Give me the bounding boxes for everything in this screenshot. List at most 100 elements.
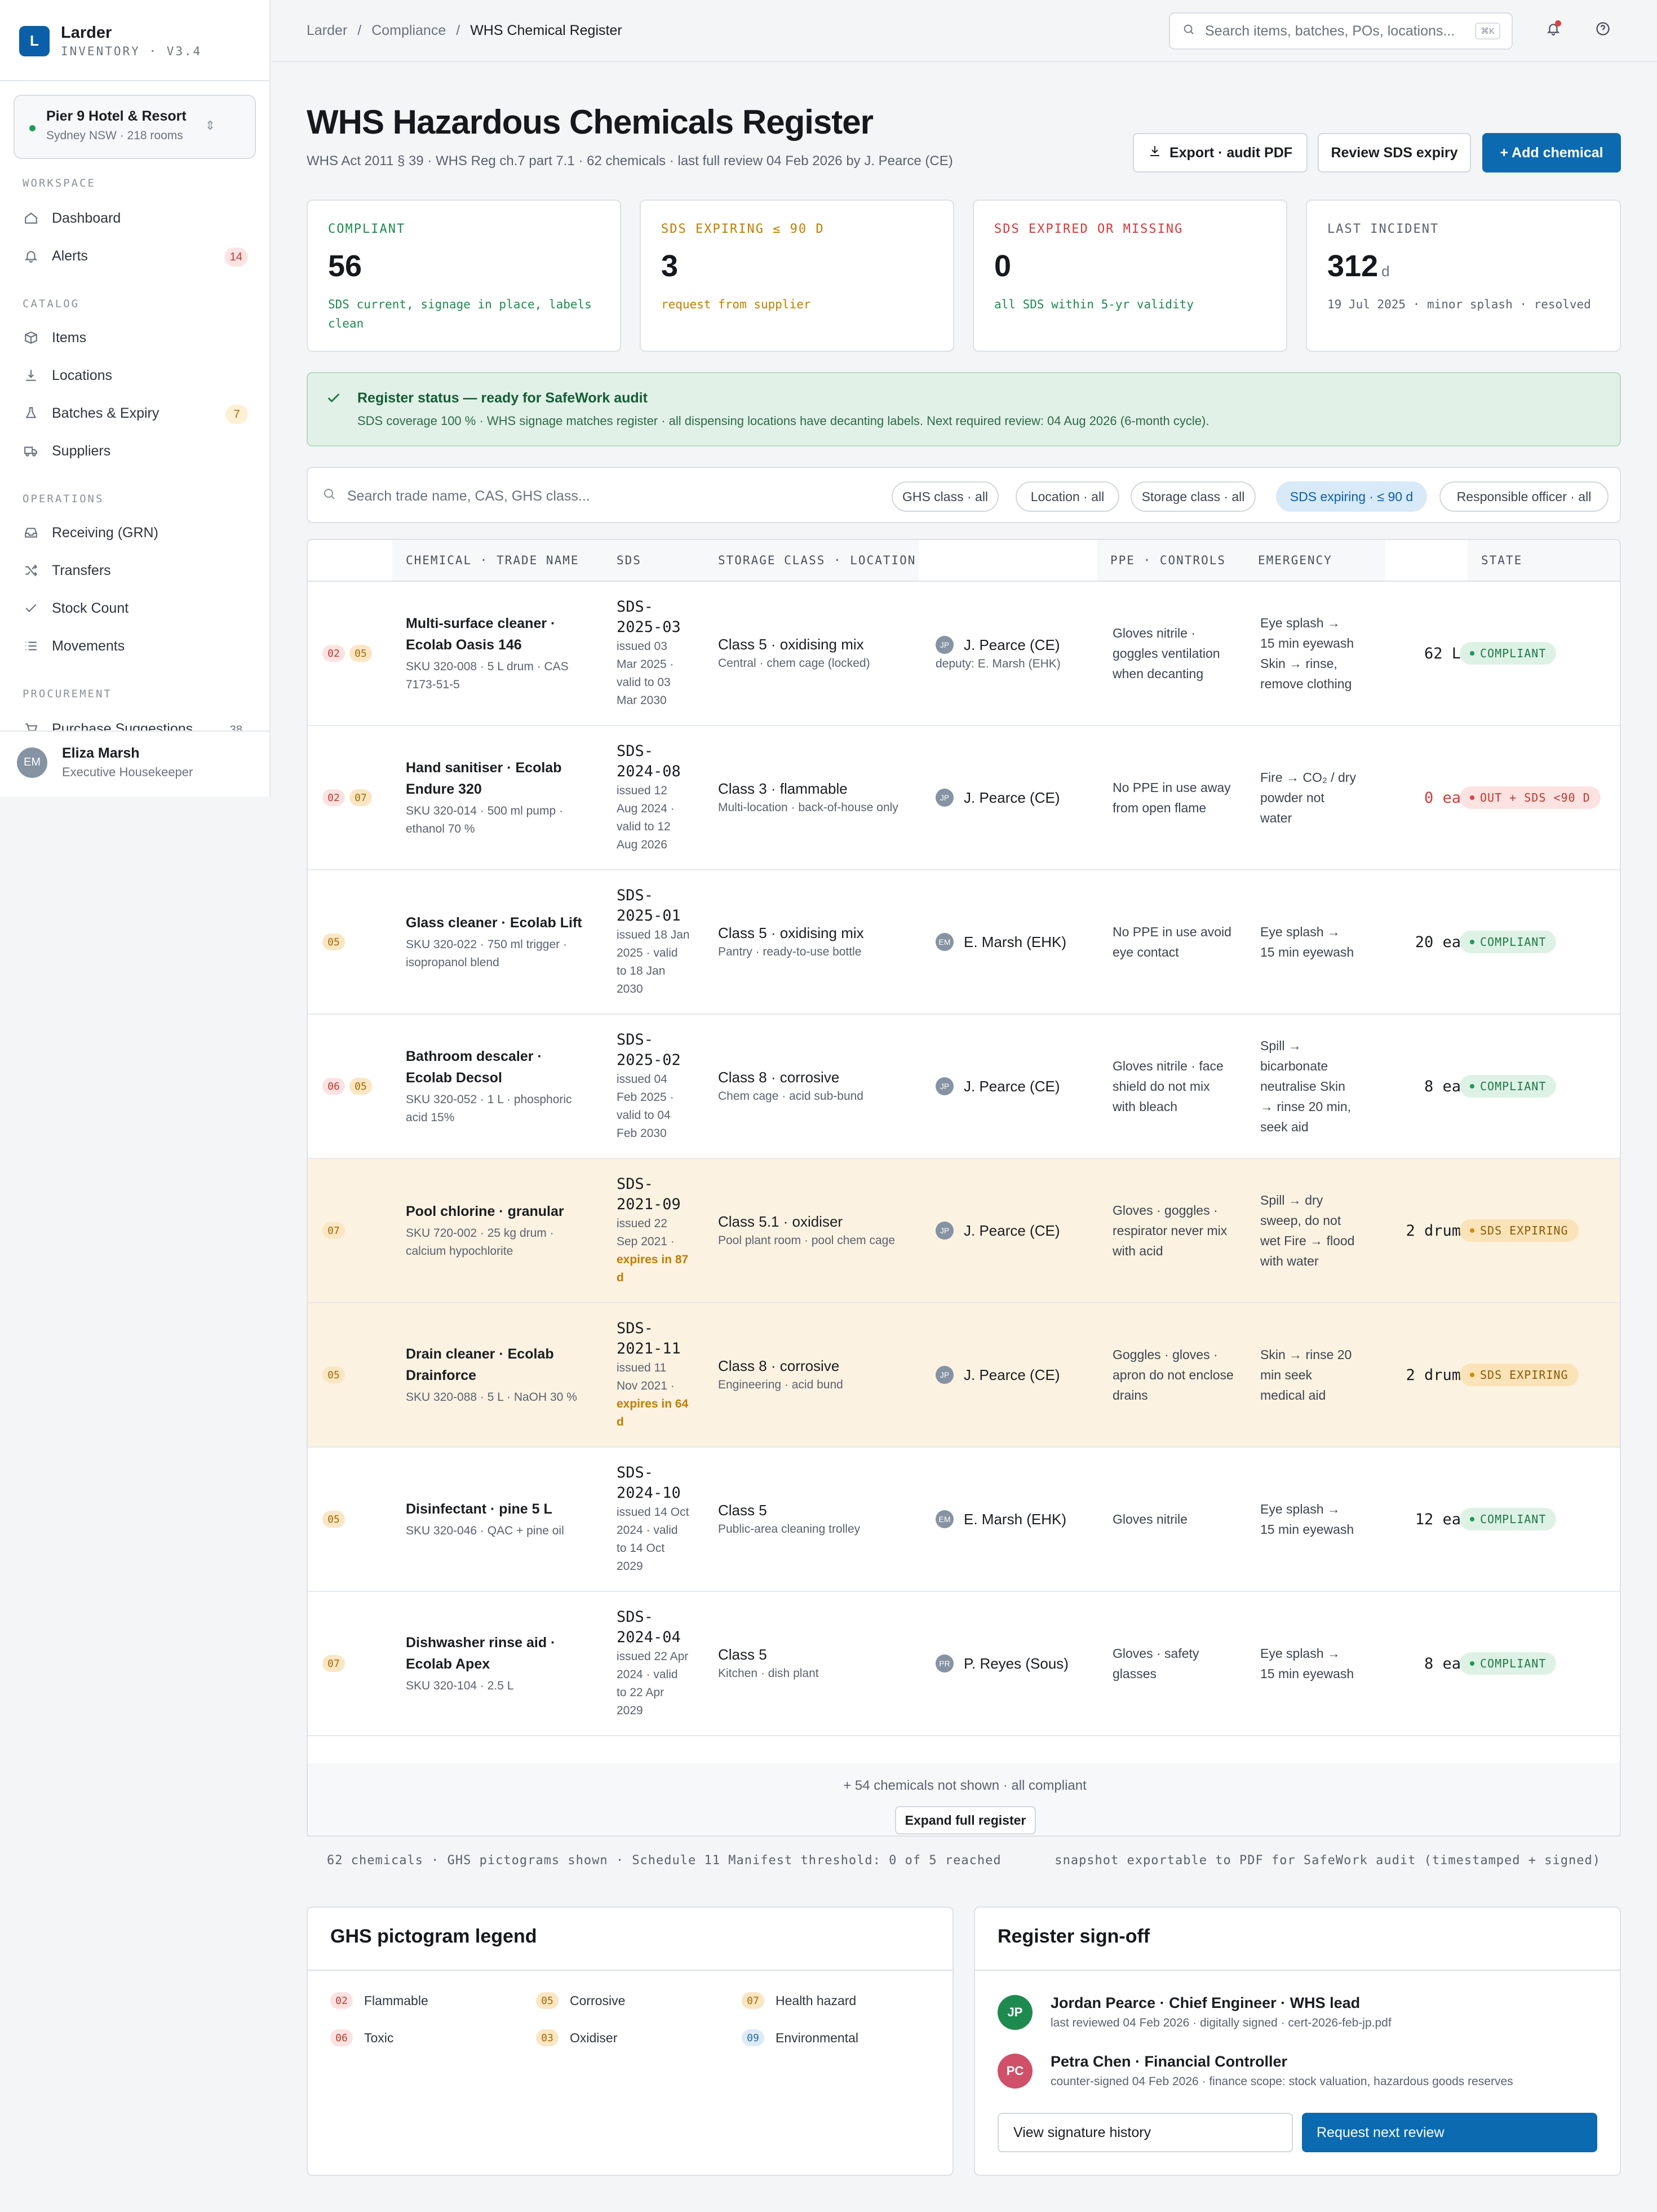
sds-cell: SDS-2021-09 issued 22 Sep 2021 · expires i…	[617, 1159, 690, 1302]
table-footer: + 54 chemicals not shown · all compliant…	[308, 1763, 1620, 1837]
chemical-name[interactable]: Hand sanitiser · Ecolab Endure 320	[406, 757, 592, 800]
brand[interactable]: L Larder INVENTORY · V3.4	[19, 24, 202, 58]
filter-chip-sds-expiring[interactable]: SDS expiring · ≤ 90 d	[1276, 481, 1427, 512]
column-header-state[interactable]: STATE	[1468, 540, 1620, 581]
officer-name: J. Pearce (CE)	[964, 636, 1060, 653]
sds-expiry-warning: expires in 64 d	[617, 1397, 689, 1428]
storage-class: Class 5 · oxidising mix	[718, 636, 864, 653]
sidebar-item-batches[interactable]: Batches & Expiry 7	[23, 399, 248, 427]
responsible-officer[interactable]: EM E. Marsh (EHK)	[936, 933, 1093, 951]
sds-id[interactable]: SDS-2025-02	[617, 1030, 690, 1070]
table-row[interactable]: 02 07 Hand sanitiser · Ecolab Endure 320 SK…	[308, 726, 1620, 870]
chemical-cell: Disinfectant · pine 5 L SKU 320-046 · QAC…	[406, 1448, 592, 1591]
table-row[interactable]: 05 Drain cleaner · Ecolab Drainforce SKU 3…	[308, 1303, 1620, 1448]
user-profile[interactable]: EM Eliza Marsh Executive Housekeeper	[17, 745, 193, 780]
chemical-name[interactable]: Drain cleaner · Ecolab Drainforce	[406, 1343, 592, 1386]
add-chemical-button[interactable]: + Add chemical	[1482, 133, 1621, 172]
global-search-input[interactable]: Search items, batches, POs, locations...…	[1169, 12, 1513, 50]
property-switcher[interactable]: Pier 9 Hotel & Resort Sydney NSW · 218 r…	[14, 95, 256, 159]
state-cell: SDS EXPIRING	[1460, 1303, 1618, 1446]
register-search-input[interactable]: Search trade name, CAS, GHS class...	[347, 488, 590, 505]
responsible-officer[interactable]: JP J. Pearce (CE)	[936, 1222, 1093, 1240]
chemical-name[interactable]: Bathroom descaler · Ecolab Decsol	[406, 1046, 592, 1089]
export-pdf-button[interactable]: Export · audit PDF	[1133, 133, 1308, 172]
sidebar-item-suppliers[interactable]: Suppliers	[23, 437, 248, 465]
table-row[interactable]: 06 05 Bathroom descaler · Ecolab Decsol SKU…	[308, 1015, 1620, 1159]
sidebar-item-purchase-suggestions[interactable]: Purchase Suggestions 38	[23, 715, 248, 731]
sidebar-item-items[interactable]: Items	[23, 324, 248, 352]
ghs-legend-panel: GHS pictogram legend 02 Flammable 05 Corros…	[307, 1906, 954, 2176]
view-signature-history-button[interactable]: View signature history	[998, 2113, 1293, 2152]
expand-register-button[interactable]: Expand full register	[895, 1806, 1036, 1834]
breadcrumb-item[interactable]: Larder	[307, 23, 347, 39]
request-next-review-button[interactable]: Request next review	[1302, 2113, 1597, 2152]
sidebar-item-stock-count[interactable]: Stock Count	[23, 594, 248, 622]
responsible-officer[interactable]: JP J. Pearce (CE)	[936, 1077, 1093, 1095]
column-header-storage[interactable]: STORAGE CLASS · LOCATION	[705, 540, 919, 581]
storage-location: Chem cage · acid sub-bund	[718, 1090, 863, 1103]
kpi-last-incident: LAST INCIDENT 312 d 19 Jul 2025 · minor s…	[1306, 200, 1621, 352]
responsible-officer[interactable]: EM E. Marsh (EHK)	[936, 1510, 1093, 1528]
chemical-name[interactable]: Disinfectant · pine 5 L	[406, 1498, 592, 1520]
shuffle-icon	[23, 562, 39, 579]
sidebar-item-receiving[interactable]: Receiving (GRN)	[23, 519, 248, 547]
sds-id[interactable]: SDS-2021-11	[617, 1319, 690, 1359]
column-header-sds[interactable]: SDS	[603, 540, 705, 581]
storage-class: Class 5	[718, 1502, 767, 1519]
filter-chip-storage-class[interactable]: Storage class · all	[1131, 481, 1256, 512]
sds-id[interactable]: SDS-2025-03	[617, 597, 690, 638]
column-header-ppe[interactable]: PPE · CONTROLS	[1097, 540, 1244, 581]
sidebar-divider	[0, 80, 271, 81]
table-row[interactable]: 05 Glass cleaner · Ecolab Lift SKU 320-022…	[308, 870, 1620, 1015]
sds-id[interactable]: SDS-2024-08	[617, 741, 690, 782]
sidebar-item-alerts[interactable]: Alerts 14	[23, 242, 248, 270]
column-header-emergency[interactable]: EMERGENCY	[1244, 540, 1385, 581]
state-cell: COMPLIANT	[1460, 1015, 1618, 1158]
officer-name: J. Pearce (CE)	[964, 1077, 1060, 1095]
sidebar-item-movements[interactable]: Movements	[23, 632, 248, 660]
export-label: Export · audit PDF	[1169, 144, 1293, 161]
responsible-officer[interactable]: JP J. Pearce (CE)	[936, 1366, 1093, 1384]
table-row[interactable]: 05 Disinfectant · pine 5 L SKU 320-046 · Q…	[308, 1448, 1620, 1592]
status-badge: COMPLIANT	[1460, 1075, 1557, 1098]
help-button[interactable]	[1592, 19, 1614, 42]
table-row[interactable]: 07 Dishwasher rinse aid · Ecolab Apex SKU …	[308, 1592, 1620, 1736]
filter-chip-ghs-class[interactable]: GHS class · all	[892, 481, 999, 512]
sds-id[interactable]: SDS-2024-04	[617, 1607, 690, 1648]
sds-id[interactable]: SDS-2021-09	[617, 1174, 690, 1215]
ghs-pictogram-badge: 05	[322, 1511, 345, 1528]
responsible-officer[interactable]: JP J. Pearce (CE)	[936, 636, 1093, 654]
review-sds-button[interactable]: Review SDS expiry	[1318, 133, 1471, 172]
chemical-name[interactable]: Dishwasher rinse aid · Ecolab Apex	[406, 1632, 592, 1675]
filter-chip-location[interactable]: Location · all	[1016, 481, 1119, 512]
sidebar-item-locations[interactable]: Locations	[23, 361, 248, 390]
notifications-button[interactable]	[1542, 19, 1565, 42]
ppe-controls: Gloves nitrile · goggles ventilation whe…	[1113, 626, 1220, 681]
sidebar-item-transfers[interactable]: Transfers	[23, 556, 248, 585]
emergency-actions: Eye splash → 15 min eyewash	[1260, 924, 1354, 959]
table-row[interactable]: 07 Pool chlorine · granular SKU 720-002 · …	[308, 1159, 1620, 1303]
legend-title: GHS pictogram legend	[330, 1926, 537, 1947]
chemical-name[interactable]: Multi-surface cleaner · Ecolab Oasis 146	[406, 613, 592, 656]
quantity-on-hand: 0 ea	[1424, 789, 1461, 807]
emergency-cell: Eye splash → 15 min eyewash	[1260, 1592, 1356, 1735]
filter-chip-responsible-officer[interactable]: Responsible officer · all	[1439, 481, 1609, 512]
sidebar-item-label: Transfers	[52, 562, 111, 578]
chemical-name[interactable]: Pool chlorine · granular	[406, 1201, 592, 1222]
responsible-officer[interactable]: JP J. Pearce (CE)	[936, 789, 1093, 807]
state-cell: SDS EXPIRING	[1460, 1159, 1618, 1302]
notification-dot	[1555, 20, 1561, 26]
officer-cell: EM E. Marsh (EHK)	[936, 1448, 1093, 1591]
breadcrumb-current: WHS Chemical Register	[470, 23, 622, 38]
status-dot	[1470, 1373, 1474, 1377]
breadcrumb-item[interactable]: Compliance	[371, 23, 446, 39]
sidebar-item-dashboard[interactable]: Dashboard	[23, 204, 248, 232]
sds-dates: issued 14 Oct 2024 · valid to 14 Oct 202…	[617, 1506, 689, 1573]
sds-id[interactable]: SDS-2025-01	[617, 886, 690, 926]
responsible-officer[interactable]: PR P. Reyes (Sous)	[936, 1654, 1093, 1673]
sds-id[interactable]: SDS-2024-10	[617, 1463, 690, 1503]
table-row[interactable]: 02 05 Multi-surface cleaner · Ecolab Oasis…	[308, 582, 1620, 726]
chemical-name[interactable]: Glass cleaner · Ecolab Lift	[406, 912, 592, 934]
emergency-actions: Eye splash → 15 min eyewash	[1260, 1502, 1354, 1537]
column-header-chemical[interactable]: CHEMICAL · TRADE NAME	[392, 540, 603, 581]
